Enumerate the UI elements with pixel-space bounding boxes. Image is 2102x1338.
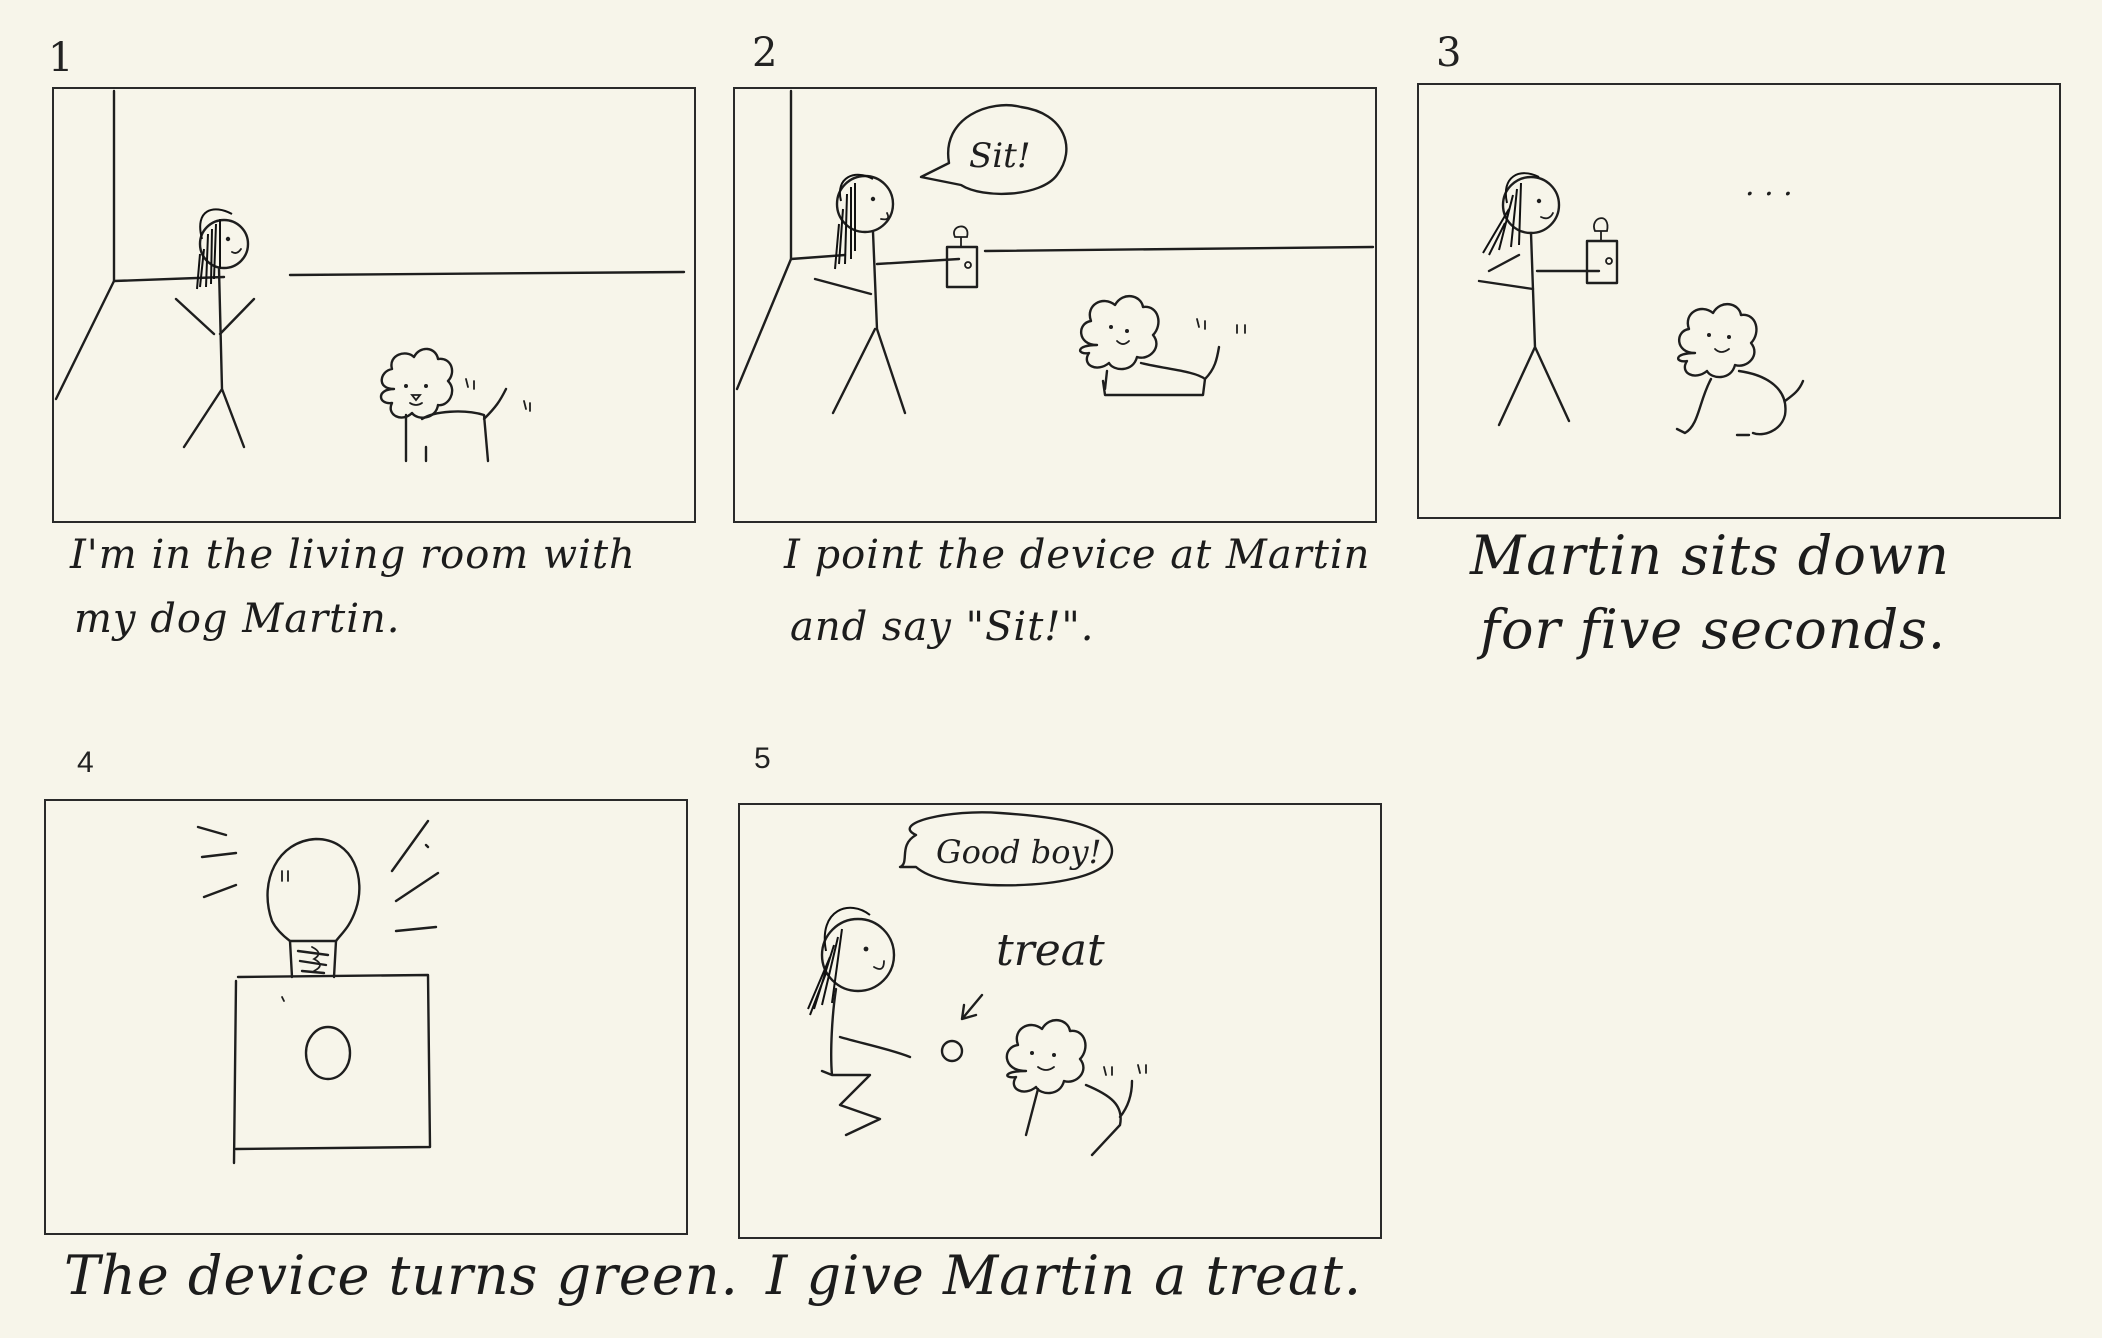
panel-2-number: 2 [752, 30, 778, 76]
person-figure [1477, 172, 1601, 427]
dog-figure [1675, 303, 1805, 437]
panel-5-caption: I give Martin a treat. [766, 1244, 1363, 1307]
panel-4-caption: The device turns green. [64, 1244, 739, 1307]
panel-3-caption-line-2: for five seconds. [1480, 598, 1947, 661]
person-figure [813, 173, 961, 415]
panel-1-caption-line-2: my dog Martin. [74, 596, 401, 642]
person-figure [174, 208, 256, 449]
panel-3-sketch: . . . [1477, 168, 1805, 437]
panel-2-caption-line-1: I point the device at Martin [784, 532, 1371, 578]
storyboard: 1 I'm in the living room with my dog Mar… [0, 0, 2102, 1338]
speech-bubble-text: Good boy! [936, 833, 1101, 871]
panel-5-number: 5 [754, 742, 771, 775]
panel-1-number: 1 [48, 35, 74, 81]
device-closeup [232, 837, 432, 1165]
panel-3-number: 3 [1436, 30, 1462, 76]
panel-1-caption-line-1: I'm in the living room with [70, 532, 636, 578]
panel-2-sketch: Sit! [735, 89, 1375, 415]
panel-5-sketch: Good boy! treat [807, 811, 1147, 1157]
panel-4-number: 4 [77, 746, 94, 779]
device-sketch [1585, 217, 1619, 285]
dog-figure [1079, 295, 1246, 397]
panel-3-caption-line-1: Martin sits down [1470, 524, 1950, 587]
person-figure [807, 906, 964, 1137]
device-sketch [945, 225, 979, 289]
dog-figure [1005, 1019, 1147, 1157]
panel-4-frame [44, 799, 688, 1235]
panel-1-sketch [54, 89, 686, 463]
thought-dots: . . . [1745, 168, 1793, 203]
speech-bubble-text: Sit! [969, 136, 1031, 176]
dog-figure [379, 347, 531, 463]
panel-1-frame [52, 87, 696, 523]
floor-line [112, 270, 686, 283]
panel-4-sketch [196, 819, 440, 1165]
panel-3-frame: . . . [1417, 83, 2061, 519]
treat-label: treat [996, 925, 1105, 976]
glow-lines [196, 819, 440, 933]
floor-line [789, 245, 1375, 261]
panel-2-frame: Sit! [733, 87, 1377, 523]
panel-5-frame: Good boy! treat [738, 803, 1382, 1239]
treat-arrow [960, 993, 984, 1021]
wall-corner-line [735, 89, 793, 391]
panel-2-caption-line-2: and say "Sit!". [790, 604, 1095, 650]
wall-corner-line [54, 89, 116, 401]
